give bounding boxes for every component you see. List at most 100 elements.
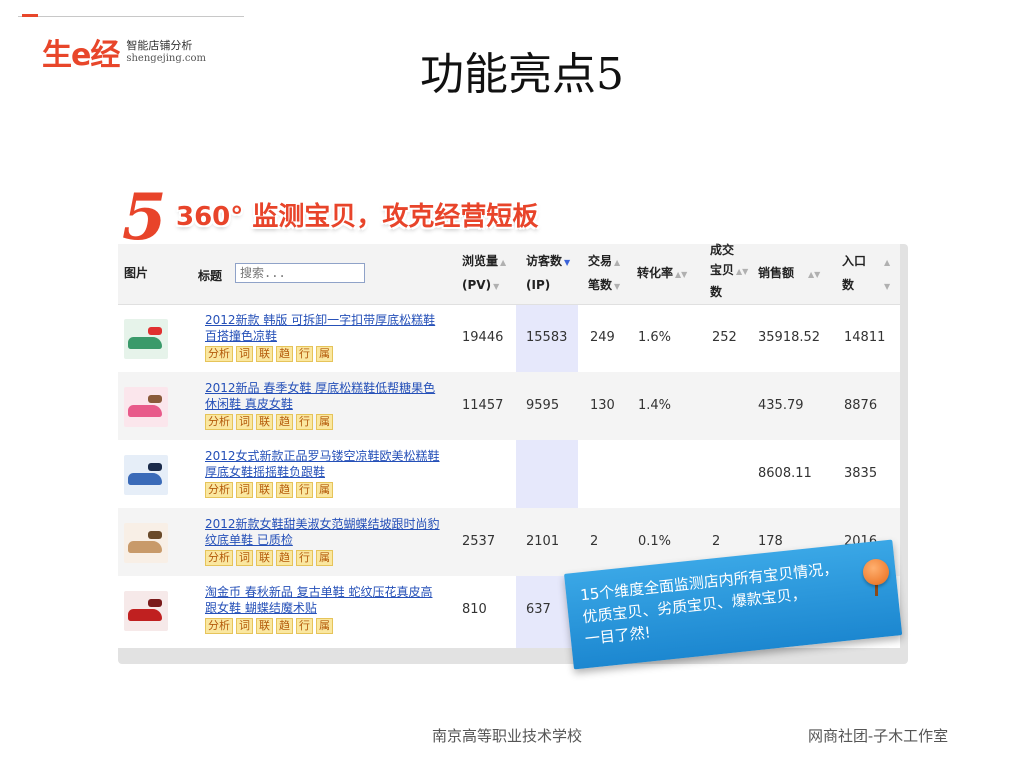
cell-trades: 2: [590, 534, 599, 549]
cell-pv: 810: [462, 602, 487, 617]
sort-icon: ▲▼: [736, 267, 749, 276]
sort-icon: ▼: [884, 282, 891, 291]
tag-button[interactable]: 分析: [205, 618, 233, 634]
footer-studio: 网商社团-子木工作室: [808, 727, 949, 745]
sort-icon: ▲: [884, 258, 891, 267]
cell-pv: 19446: [462, 330, 504, 345]
col-image: 图片: [124, 266, 149, 280]
table-row: 2012女式新款正品罗马镂空凉鞋欧美松糕鞋厚底女鞋摇摇鞋负跟鞋分析词联趋行属 86…: [118, 440, 900, 508]
sort-icon: ▼: [614, 282, 621, 291]
tag-button[interactable]: 分析: [205, 414, 233, 430]
action-tags: 分析词联趋行属: [205, 346, 333, 362]
tag-button[interactable]: 行: [296, 482, 313, 498]
col-conversion[interactable]: 转化率 ▲▼: [637, 262, 687, 286]
footer-school: 南京高等职业技术学校: [432, 727, 583, 745]
col-pv[interactable]: 浏览量 ▲ (PV) ▼: [462, 250, 506, 298]
tag-button[interactable]: 行: [296, 414, 313, 430]
product-thumbnail[interactable]: [124, 455, 168, 495]
shoe-detail: [148, 327, 162, 335]
callout-text: 15个维度全面监测店内所有宝贝情况， 优质宝贝、劣质宝贝、爆款宝贝， 一目了然!: [579, 559, 839, 649]
cell-ip: 2101: [526, 534, 560, 549]
product-title-link[interactable]: 2012新款 韩版 可拆卸一字扣带厚底松糕鞋 百搭撞色凉鞋: [205, 312, 443, 344]
col-ip[interactable]: 访客数 ▼ (IP): [526, 250, 570, 296]
action-tags: 分析词联趋行属: [205, 482, 333, 498]
action-tags: 分析词联趋行属: [205, 414, 333, 430]
tag-button[interactable]: 联: [256, 550, 273, 566]
tag-button[interactable]: 行: [296, 550, 313, 566]
shoe-detail: [148, 599, 162, 607]
tag-button[interactable]: 联: [256, 618, 273, 634]
hero-number: 5: [122, 180, 167, 255]
shoe-detail: [148, 463, 162, 471]
cell-conv: 1.6%: [638, 330, 672, 345]
product-thumbnail[interactable]: [124, 523, 168, 563]
slide-title: 功能亮点5: [420, 49, 624, 100]
shoe-shape: [128, 541, 162, 553]
cell-sales: 435.79: [758, 398, 804, 413]
tag-button[interactable]: 词: [236, 414, 253, 430]
tag-button[interactable]: 联: [256, 346, 273, 362]
cell-trades: 249: [590, 330, 615, 345]
table-header: 图片 标题 浏览量▲(PV)▼ 访客数▼(IP) 交易▲笔数▼ 转化率▲▼ 成交…: [118, 243, 900, 305]
sort-icon: ▲▼: [675, 270, 688, 279]
product-title-link[interactable]: 淘金币 春秋新品 复古单鞋 蛇纹压花真皮高跟女鞋 蝴蝶结魔术贴: [205, 584, 443, 616]
tag-button[interactable]: 联: [256, 482, 273, 498]
tag-button[interactable]: 属: [316, 550, 333, 566]
action-tags: 分析词联趋行属: [205, 550, 333, 566]
cell-deals: 2: [712, 534, 721, 549]
cell-ip: 637: [526, 602, 551, 617]
product-title-link[interactable]: 2012新款女鞋甜美淑女范蝴蝶结坡跟时尚豹纹底单鞋 已质检: [205, 516, 443, 548]
cell-ip: 9595: [526, 398, 560, 413]
search-input[interactable]: [235, 263, 365, 283]
cell-conv: 1.4%: [638, 398, 672, 413]
cell-trades: 130: [590, 398, 615, 413]
col-sales[interactable]: 销售额 ▲▼: [758, 262, 820, 286]
tag-button[interactable]: 分析: [205, 482, 233, 498]
product-thumbnail[interactable]: [124, 387, 168, 427]
cell-conv: 0.1%: [638, 534, 672, 549]
cell-entries: 8876: [844, 398, 878, 413]
tag-button[interactable]: 趋: [276, 346, 293, 362]
table-row: 2012新款 韩版 可拆卸一字扣带厚底松糕鞋 百搭撞色凉鞋分析词联趋行属 1944…: [118, 304, 900, 372]
push-pin-icon: [863, 559, 889, 585]
tag-button[interactable]: 行: [296, 618, 313, 634]
tag-button[interactable]: 行: [296, 346, 313, 362]
col-trades[interactable]: 交易 ▲ 笔数 ▼: [588, 250, 620, 298]
tag-button[interactable]: 词: [236, 618, 253, 634]
col-entries[interactable]: 入口 ▲ 数 ▼: [842, 250, 890, 298]
cell-ip: 15583: [526, 330, 568, 345]
tag-button[interactable]: 趋: [276, 482, 293, 498]
tag-button[interactable]: 分析: [205, 346, 233, 362]
tag-button[interactable]: 趋: [276, 550, 293, 566]
cell-entries: 14811: [844, 330, 886, 345]
cell-sales: 35918.52: [758, 330, 821, 345]
hero-headline: 360° 监测宝贝，攻克经营短板: [176, 202, 539, 232]
tag-button[interactable]: 属: [316, 414, 333, 430]
tag-button[interactable]: 词: [236, 482, 253, 498]
table-row: 2012新品 春季女鞋 厚底松糕鞋低帮糖果色休闲鞋 真皮女鞋 分析词联趋行属 114…: [118, 372, 900, 440]
tag-button[interactable]: 属: [316, 346, 333, 362]
product-title-link[interactable]: 2012女式新款正品罗马镂空凉鞋欧美松糕鞋厚底女鞋摇摇鞋负跟鞋: [205, 448, 443, 480]
sort-icon: ▲: [614, 258, 621, 267]
cell-sales: 8608.11: [758, 466, 812, 481]
tag-button[interactable]: 属: [316, 618, 333, 634]
product-thumbnail[interactable]: [124, 591, 168, 631]
tag-button[interactable]: 词: [236, 346, 253, 362]
tag-button[interactable]: 联: [256, 414, 273, 430]
cell-pv: 2537: [462, 534, 496, 549]
shoe-detail: [148, 531, 162, 539]
cell-entries: 3835: [844, 466, 878, 481]
shoe-shape: [128, 337, 162, 349]
product-monitor-screenshot: 5 360° 监测宝贝，攻克经营短板 图片 标题 浏览量▲(PV)▼ 访客数▼(…: [118, 178, 908, 670]
tag-button[interactable]: 趋: [276, 414, 293, 430]
sort-icon: ▼: [493, 282, 500, 291]
tag-button[interactable]: 词: [236, 550, 253, 566]
tag-button[interactable]: 趋: [276, 618, 293, 634]
cell-deals: 252: [712, 330, 737, 345]
tag-button[interactable]: 分析: [205, 550, 233, 566]
col-deals[interactable]: 成交 宝贝 ▲▼ 数: [710, 240, 748, 302]
header-accent: [22, 14, 38, 17]
tag-button[interactable]: 属: [316, 482, 333, 498]
product-thumbnail[interactable]: [124, 319, 168, 359]
product-title-link[interactable]: 2012新品 春季女鞋 厚底松糕鞋低帮糖果色休闲鞋 真皮女鞋: [205, 380, 443, 412]
